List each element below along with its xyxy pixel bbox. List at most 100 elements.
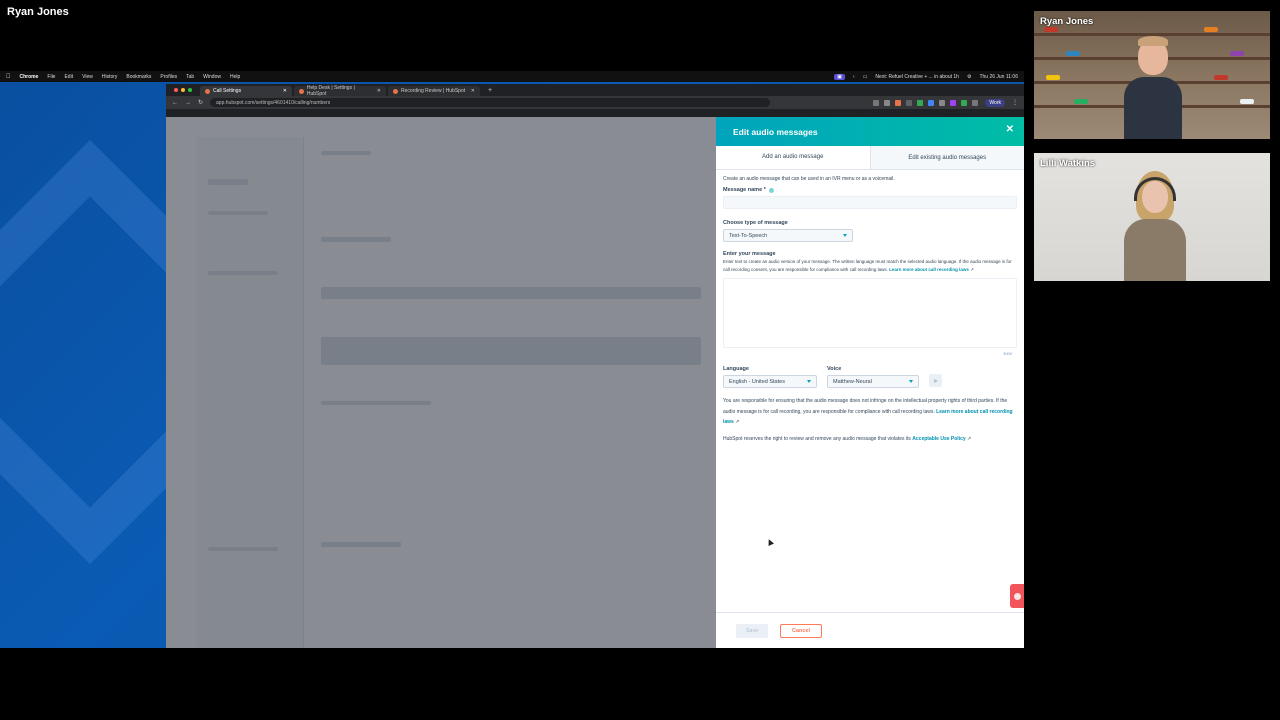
close-window-icon[interactable]: [174, 88, 178, 92]
screen-share-icon[interactable]: ▣: [834, 73, 846, 80]
figure-body: [1124, 219, 1186, 281]
back-icon[interactable]: ←: [172, 100, 178, 106]
reload-icon[interactable]: ↻: [198, 99, 203, 106]
figure-body: [1124, 77, 1182, 139]
enter-message-help: Enter text to create an audio version of…: [723, 258, 1017, 273]
menu-view[interactable]: View: [82, 74, 93, 80]
language-value: English - United States: [729, 378, 785, 385]
save-button[interactable]: Save: [736, 623, 768, 638]
call-recording-laws-link[interactable]: Learn more about call recording laws: [889, 267, 969, 272]
calendar-next-meeting[interactable]: Next: Refuel Creative + ... in about 1h: [875, 74, 959, 80]
legal-paragraph-1: You are responsible for ensuring that th…: [723, 396, 1017, 428]
extension-icon[interactable]: [906, 99, 913, 106]
tab-help-desk[interactable]: Help Desk | Settings | HubSpot ✕: [294, 85, 386, 97]
message-name-label: Message name *: [723, 187, 1017, 193]
address-bar[interactable]: app.hubspot.com/settings/4601410/calling…: [210, 98, 771, 107]
extensions-puzzle-icon[interactable]: [972, 99, 979, 106]
external-link-icon: ↗: [967, 435, 972, 442]
menu-history[interactable]: History: [102, 74, 118, 80]
apple-icon[interactable]: : [6, 74, 11, 80]
extension-icon[interactable]: [950, 99, 957, 106]
legal-2-text: HubSpot reserves the right to review and…: [723, 435, 911, 442]
caret-down-icon: [807, 380, 811, 383]
chat-widget-icon[interactable]: [1010, 584, 1024, 608]
participant-name: Lilli Watkins: [1040, 158, 1096, 169]
new-tab-icon[interactable]: +: [488, 87, 492, 94]
legal-text: You are responsible for ensuring that th…: [723, 396, 1017, 444]
message-type-value: Text-To-Speech: [729, 232, 768, 239]
maximize-window-icon[interactable]: [188, 88, 192, 92]
browser-window: Call Settings ✕ Help Desk | Settings | H…: [166, 84, 1024, 648]
tab-strip: Call Settings ✕ Help Desk | Settings | H…: [166, 84, 1024, 97]
cancel-button[interactable]: Cancel: [780, 623, 822, 638]
tab-edit-existing-audio-messages[interactable]: Edit existing audio messages: [869, 146, 1024, 169]
info-icon[interactable]: [768, 187, 774, 193]
acceptable-use-policy-link[interactable]: Acceptable Use Policy: [912, 436, 965, 442]
tab-add-audio-message[interactable]: Add an audio message: [716, 146, 870, 169]
model-car: [1046, 75, 1060, 80]
voice-select[interactable]: Matthew-Neural: [827, 375, 919, 388]
voice-field: Voice Matthew-Neural: [827, 366, 919, 388]
enter-message-label: Enter your message: [723, 251, 776, 257]
extension-icon[interactable]: [961, 99, 968, 106]
panel-title: Edit audio messages: [733, 126, 818, 137]
model-car: [1240, 99, 1254, 104]
language-select[interactable]: English - United States: [723, 375, 817, 388]
message-textarea[interactable]: [723, 278, 1017, 348]
extensions-area: [873, 99, 979, 106]
close-tab-icon[interactable]: ✕: [283, 88, 287, 94]
close-tab-icon[interactable]: ✕: [471, 88, 475, 94]
mac-menu-bar:  Chrome File Edit View History Bookmark…: [0, 71, 1024, 82]
display-icon[interactable]: ▭: [863, 74, 868, 80]
zoom-icon[interactable]: [873, 99, 880, 106]
panel-header: Edit audio messages ✕: [716, 117, 1024, 146]
modal-backdrop[interactable]: [166, 117, 716, 648]
menu-file[interactable]: File: [47, 74, 55, 80]
menu-window[interactable]: Window: [203, 74, 221, 80]
forward-icon[interactable]: →: [185, 100, 191, 106]
presenter-name: Ryan Jones: [7, 6, 69, 18]
message-name-input[interactable]: [723, 196, 1017, 209]
minimize-window-icon[interactable]: [181, 88, 185, 92]
extension-icon[interactable]: [939, 99, 946, 106]
extension-icon[interactable]: [928, 99, 935, 106]
play-preview-button[interactable]: [929, 374, 942, 387]
close-icon[interactable]: ✕: [1006, 125, 1014, 135]
legal-paragraph-2: HubSpot reserves the right to review and…: [723, 434, 1017, 445]
menu-help[interactable]: Help: [230, 74, 240, 80]
menu-clock[interactable]: Thu 26 Jun 11:06: [979, 74, 1018, 80]
menu-edit[interactable]: Edit: [64, 74, 73, 80]
voice-label: Voice: [827, 366, 842, 372]
menu-tab[interactable]: Tab: [186, 74, 194, 80]
hubspot-favicon-icon: [299, 88, 304, 94]
model-car: [1214, 75, 1228, 80]
hubspot-favicon-icon: [205, 88, 210, 94]
model-car: [1066, 51, 1080, 56]
back-chevron-icon[interactable]: ‹: [853, 74, 855, 80]
tab-recording-review[interactable]: Recording Review | HubSpot ✕: [388, 86, 480, 96]
message-type-select[interactable]: Text-To-Speech: [723, 229, 853, 242]
menu-bookmarks[interactable]: Bookmarks: [126, 74, 151, 80]
model-car: [1074, 99, 1088, 104]
participant-video-2[interactable]: Lilli Watkins: [1034, 153, 1270, 281]
extension-icon[interactable]: [895, 99, 902, 106]
extension-icon[interactable]: [917, 99, 924, 106]
profile-chip[interactable]: Work: [985, 98, 1005, 107]
participant-video-1[interactable]: Ryan Jones: [1034, 11, 1270, 139]
menu-profiles[interactable]: Profiles: [160, 74, 177, 80]
close-tab-icon[interactable]: ✕: [377, 88, 381, 94]
message-type-label: Choose type of message: [723, 220, 788, 226]
bookmark-star-icon[interactable]: [884, 99, 891, 106]
window-controls: [174, 88, 192, 92]
control-center-icon[interactable]: ⚙: [967, 74, 971, 80]
tab-call-settings[interactable]: Call Settings ✕: [200, 86, 292, 96]
menu-app-name[interactable]: Chrome: [20, 74, 39, 80]
kebab-menu-icon[interactable]: ⋮: [1012, 99, 1018, 106]
chat-icon: [1013, 592, 1021, 600]
panel-body: Create an audio message that can be used…: [716, 170, 1024, 444]
toolbar: ← → ↻ app.hubspot.com/settings/4601410/c…: [166, 96, 1024, 109]
screen: Ryan Jones  Chrome File Edit View Histo…: [0, 0, 1280, 720]
language-voice-row: Language English - United States Voice M…: [723, 366, 1017, 388]
language-label: Language: [723, 366, 749, 372]
tab-label: Help Desk | Settings | HubSpot: [306, 85, 355, 97]
